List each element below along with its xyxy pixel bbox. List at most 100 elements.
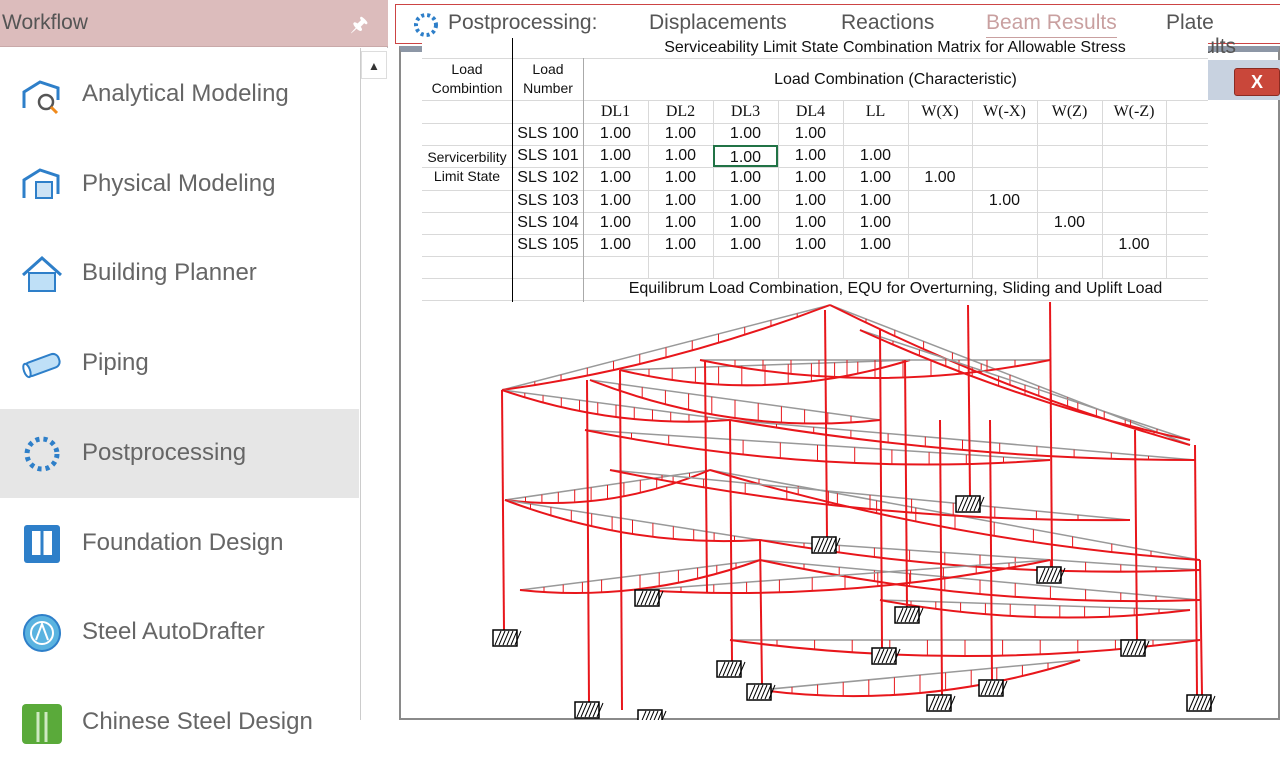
table-cell[interactable]: 1.00: [713, 123, 778, 145]
header-load-number[interactable]: Load Number: [514, 60, 582, 100]
table-cell[interactable]: [972, 234, 1037, 256]
table-cell[interactable]: [972, 145, 1037, 167]
table-cell[interactable]: 1.00: [713, 234, 778, 256]
table-cell[interactable]: 1.00: [583, 145, 648, 167]
table-cell[interactable]: [972, 212, 1037, 234]
row-load-number[interactable]: SLS 104: [514, 212, 582, 234]
support-icon: [978, 679, 1004, 697]
table-title[interactable]: Serviceability Limit State Combination M…: [422, 38, 1208, 58]
column-header[interactable]: W(Z): [1037, 100, 1102, 123]
sidebar-item-chinese-steel-design[interactable]: Chinese Steel Design: [0, 678, 359, 767]
table-cell[interactable]: [1102, 190, 1166, 212]
tab-beam-results[interactable]: Beam Results: [986, 11, 1117, 39]
table-cell[interactable]: [1102, 145, 1166, 167]
workflow-header: Workflow 🖈︎: [0, 0, 388, 47]
table-cell[interactable]: 1.00: [583, 123, 648, 145]
table-cell[interactable]: 1.00: [843, 212, 908, 234]
table-cell[interactable]: 1.00: [778, 234, 843, 256]
close-button[interactable]: X: [1234, 68, 1280, 96]
support-icon: [716, 660, 742, 678]
tab-reactions[interactable]: Reactions: [841, 11, 934, 35]
table-cell[interactable]: 1.00: [583, 234, 648, 256]
table-cell[interactable]: [1102, 167, 1166, 189]
group-label[interactable]: Servicerbility Limit State: [422, 148, 512, 186]
table-cell[interactable]: 1.00: [583, 167, 648, 189]
table-cell[interactable]: 1.00: [778, 145, 843, 167]
table-cell[interactable]: 1.00: [1102, 234, 1166, 256]
column-header[interactable]: DL4: [778, 100, 843, 123]
table-cell[interactable]: 1.00: [583, 190, 648, 212]
table-cell[interactable]: 1.00: [843, 234, 908, 256]
table-cell[interactable]: 1.00: [648, 190, 713, 212]
table-cell[interactable]: [908, 234, 972, 256]
table-cell[interactable]: [908, 190, 972, 212]
column-header[interactable]: DL1: [583, 100, 648, 123]
column-header[interactable]: W(-X): [972, 100, 1037, 123]
header-load-combination[interactable]: Load Combintion: [424, 60, 510, 100]
table-cell[interactable]: 1.00: [778, 167, 843, 189]
table-cell[interactable]: 1.00: [972, 190, 1037, 212]
table-cell[interactable]: [972, 167, 1037, 189]
row-load-number[interactable]: SLS 100: [514, 123, 582, 145]
table-cell[interactable]: 1.00: [648, 145, 713, 167]
table-cell[interactable]: 1.00: [648, 212, 713, 234]
column-header[interactable]: W(X): [908, 100, 972, 123]
sidebar-item-postprocessing[interactable]: Postprocessing: [0, 408, 359, 498]
table-cell[interactable]: 1.00: [908, 167, 972, 189]
table-cell[interactable]: 1.00: [713, 145, 778, 167]
table-cell[interactable]: 1.00: [713, 190, 778, 212]
table-cell[interactable]: [1037, 167, 1102, 189]
table-cell[interactable]: 1.00: [778, 123, 843, 145]
scroll-up-button[interactable]: ▲: [361, 51, 387, 79]
sidebar-item-steel-autodrafter[interactable]: Steel AutoDrafter: [0, 588, 359, 677]
sidebar-item-piping[interactable]: Piping: [0, 319, 359, 408]
header-load-combination-group[interactable]: Load Combination (Characteristic): [583, 60, 1208, 100]
sidebar-item-physical-modeling[interactable]: Physical Modeling: [0, 140, 359, 229]
table-cell[interactable]: 1.00: [778, 212, 843, 234]
support-icon: [955, 495, 981, 513]
column-header[interactable]: DL3: [713, 100, 778, 123]
table-footer[interactable]: Equilibrum Load Combination, EQU for Ove…: [583, 278, 1208, 300]
sidebar-item-building-planner[interactable]: Building Planner: [0, 229, 359, 318]
table-cell[interactable]: [908, 145, 972, 167]
table-cell[interactable]: 1.00: [713, 212, 778, 234]
structural-model-view[interactable]: [400, 302, 1280, 720]
row-load-number[interactable]: SLS 103: [514, 190, 582, 212]
table-cell[interactable]: 1.00: [843, 145, 908, 167]
support-icon: [1036, 566, 1062, 584]
table-cell[interactable]: [1037, 190, 1102, 212]
table-cell[interactable]: 1.00: [1037, 212, 1102, 234]
table-cell[interactable]: [1037, 123, 1102, 145]
table-cell[interactable]: 1.00: [648, 234, 713, 256]
table-cell[interactable]: [843, 123, 908, 145]
row-load-number[interactable]: SLS 105: [514, 234, 582, 256]
table-cell[interactable]: [972, 123, 1037, 145]
table-cell[interactable]: 1.00: [648, 123, 713, 145]
table-cell[interactable]: 1.00: [843, 167, 908, 189]
sidebar-item-label: Postprocessing: [82, 438, 247, 466]
column: [729, 419, 733, 662]
tab-displacements[interactable]: Displacements: [649, 11, 787, 35]
sidebar-item-foundation-design[interactable]: Foundation Design: [0, 499, 359, 588]
pin-icon[interactable]: 🖈︎: [350, 10, 369, 44]
column-header[interactable]: LL: [843, 100, 908, 123]
table-cell[interactable]: [908, 123, 972, 145]
table-cell[interactable]: 1.00: [778, 190, 843, 212]
table-cell[interactable]: [1037, 145, 1102, 167]
sidebar-item-analytical-modeling[interactable]: Analytical Modeling: [0, 50, 359, 139]
table-cell[interactable]: 1.00: [843, 190, 908, 212]
table-cell[interactable]: [908, 212, 972, 234]
table-cell[interactable]: 1.00: [583, 212, 648, 234]
table-cell[interactable]: [1102, 123, 1166, 145]
table-cell[interactable]: [1037, 234, 1102, 256]
column-header[interactable]: W(-Z): [1102, 100, 1166, 123]
column-header[interactable]: DL2: [648, 100, 713, 123]
row-load-number[interactable]: SLS 101: [514, 145, 582, 167]
table-cell[interactable]: 1.00: [648, 167, 713, 189]
table-cell[interactable]: [1102, 212, 1166, 234]
sidebar-item-label: Chinese Steel Design: [82, 707, 313, 735]
scrollbar[interactable]: ▲: [360, 48, 388, 720]
table-cell[interactable]: 1.00: [713, 167, 778, 189]
row-load-number[interactable]: SLS 102: [514, 167, 582, 189]
sidebar-item-label: Piping: [82, 349, 149, 377]
